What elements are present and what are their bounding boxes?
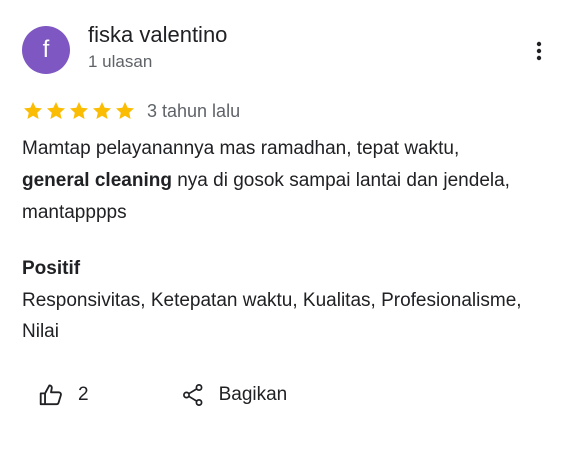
thumb-up-icon — [39, 384, 62, 406]
more-vert-icon — [536, 41, 542, 61]
review-card: f fiska valentino 1 ulasan 3 tahun lalu … — [0, 0, 585, 451]
more-options-button[interactable] — [522, 36, 556, 66]
share-label: Bagikan — [218, 384, 288, 405]
positive-title: Positif — [22, 258, 81, 279]
review-body-bold: general cleaning — [22, 170, 172, 191]
author-name[interactable]: fiska valentino — [88, 22, 227, 48]
star-icon — [24, 102, 42, 119]
star-icon — [116, 102, 134, 119]
rating-row: 3 tahun lalu — [22, 100, 240, 122]
positive-text: Responsivitas, Ketepatan waktu, Kualitas… — [22, 290, 522, 342]
review-actions: 2 Bagikan — [38, 382, 287, 408]
star-icon — [70, 102, 88, 119]
share-button[interactable]: Bagikan — [181, 382, 288, 408]
author-review-count: 1 ulasan — [88, 52, 153, 71]
review-body-part1: Mamtap pelayanannya mas ramadhan, tepat … — [22, 138, 460, 159]
avatar[interactable]: f — [22, 26, 70, 74]
review-body: Mamtap pelayanannya mas ramadhan, tepat … — [22, 133, 562, 229]
star-rating — [22, 100, 136, 122]
like-count: 2 — [78, 384, 89, 405]
like-button[interactable]: 2 — [38, 382, 89, 408]
star-icon — [47, 102, 65, 119]
review-time: 3 tahun lalu — [147, 100, 241, 121]
star-icon — [93, 102, 111, 119]
share-icon — [182, 384, 203, 406]
avatar-letter: f — [42, 36, 50, 63]
